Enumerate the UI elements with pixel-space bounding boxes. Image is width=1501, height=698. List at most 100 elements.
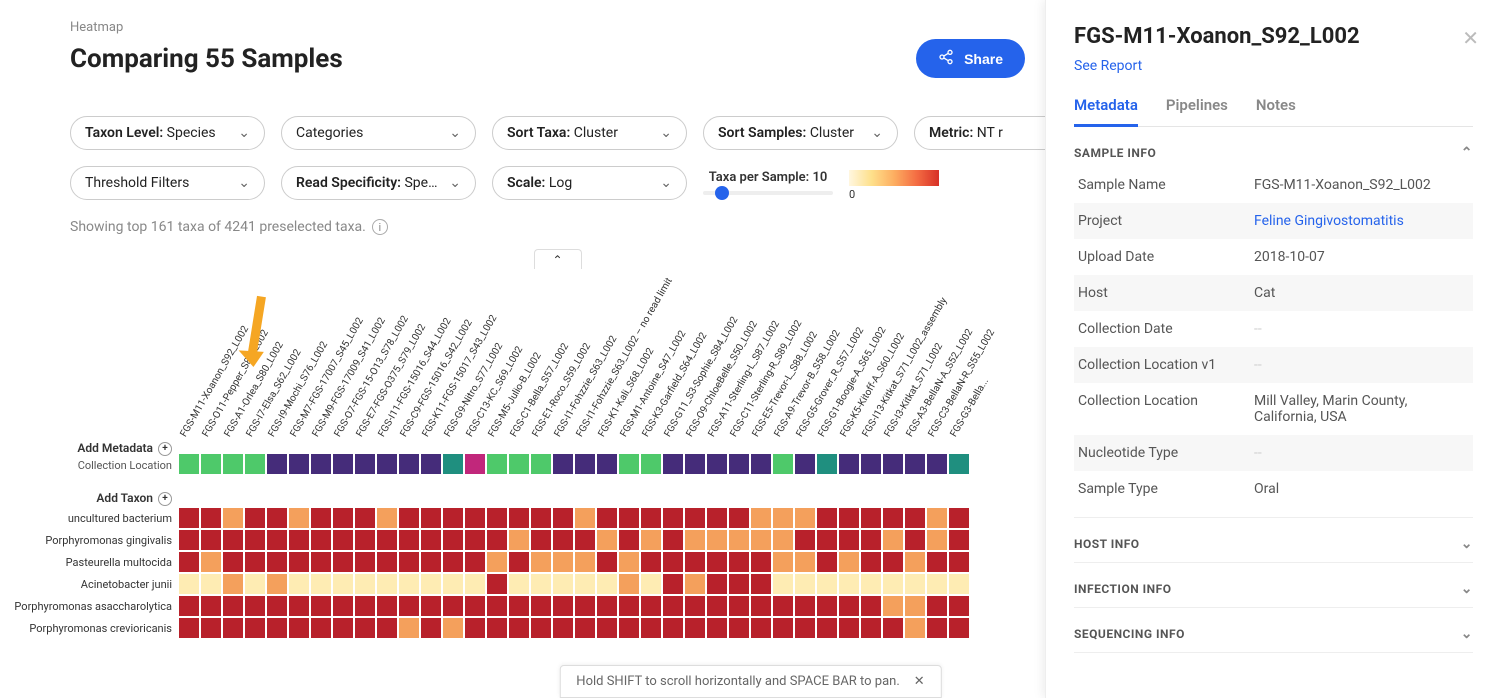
heatmap-cell[interactable] [442,595,464,617]
section-header-sample-info[interactable]: SAMPLE INFO⌃ [1074,145,1473,161]
heatmap-cell[interactable] [508,551,530,573]
section-header-host-info[interactable]: HOST INFO⌄ [1074,536,1473,552]
heatmap-cell[interactable] [376,573,398,595]
heatmap-cell[interactable] [200,595,222,617]
threshold-filters-dropdown[interactable]: Threshold Filters⌄ [70,166,265,200]
heatmap-cell[interactable] [288,617,310,639]
heatmap-cell[interactable] [244,573,266,595]
metadata-cell[interactable] [640,453,662,475]
close-icon[interactable]: ✕ [914,674,925,689]
taxa-per-sample-slider[interactable] [703,191,833,195]
taxon-level-dropdown[interactable]: Taxon Level: Species⌄ [70,116,265,150]
metadata-cell[interactable] [376,453,398,475]
heatmap-cell[interactable] [574,551,596,573]
heatmap-cell[interactable] [222,595,244,617]
heatmap-cell[interactable] [728,551,750,573]
heatmap-cell[interactable] [398,617,420,639]
heatmap-cell[interactable] [750,617,772,639]
heatmap-cell[interactable] [354,617,376,639]
metadata-cell[interactable] [354,453,376,475]
heatmap-cell[interactable] [882,551,904,573]
heatmap-cell[interactable] [926,573,948,595]
heatmap-cell[interactable] [838,573,860,595]
heatmap-cell[interactable] [266,617,288,639]
heatmap-cell[interactable] [464,573,486,595]
heatmap-cell[interactable] [508,573,530,595]
heatmap-cell[interactable] [442,573,464,595]
heatmap-cell[interactable] [464,529,486,551]
heatmap-cell[interactable] [860,507,882,529]
metadata-cell[interactable] [222,453,244,475]
metadata-cell[interactable] [948,453,970,475]
heatmap-cell[interactable] [662,617,684,639]
heatmap-cell[interactable] [552,617,574,639]
heatmap-cell[interactable] [882,617,904,639]
heatmap-cell[interactable] [640,595,662,617]
heatmap-cell[interactable] [904,573,926,595]
taxon-row-label[interactable]: Porphyromonas gingivalis [70,529,178,551]
heatmap-cell[interactable] [596,617,618,639]
heatmap-cell[interactable] [772,595,794,617]
heatmap-cell[interactable] [596,529,618,551]
heatmap-cell[interactable] [662,507,684,529]
heatmap-cell[interactable] [904,595,926,617]
heatmap-cell[interactable] [838,617,860,639]
heatmap-cell[interactable] [486,507,508,529]
heatmap-cell[interactable] [684,507,706,529]
heatmap-cell[interactable] [816,595,838,617]
metadata-cell[interactable] [926,453,948,475]
heatmap-cell[interactable] [662,529,684,551]
collapse-toggle[interactable]: ⌃ [534,249,582,269]
heatmap-cell[interactable] [178,507,200,529]
heatmap-cell[interactable] [794,595,816,617]
heatmap-cell[interactable] [882,573,904,595]
heatmap-cell[interactable] [222,529,244,551]
heatmap-cell[interactable] [178,551,200,573]
heatmap-cell[interactable] [288,573,310,595]
heatmap-cell[interactable] [552,573,574,595]
metadata-cell[interactable] [244,453,266,475]
heatmap-cell[interactable] [288,529,310,551]
metadata-cell[interactable] [794,453,816,475]
heatmap-cell[interactable] [574,507,596,529]
metadata-cell[interactable] [420,453,442,475]
heatmap-cell[interactable] [420,617,442,639]
tab-pipelines[interactable]: Pipelines [1166,96,1228,126]
metadata-cell[interactable] [552,453,574,475]
heatmap-cell[interactable] [486,551,508,573]
heatmap-cell[interactable] [310,507,332,529]
heatmap-cell[interactable] [684,573,706,595]
heatmap-cell[interactable] [706,529,728,551]
heatmap-cell[interactable] [706,551,728,573]
heatmap-cell[interactable] [464,507,486,529]
heatmap-cell[interactable] [420,573,442,595]
heatmap-cell[interactable] [486,595,508,617]
heatmap-cell[interactable] [772,573,794,595]
heatmap-cell[interactable] [794,617,816,639]
close-icon[interactable]: ✕ [1462,26,1479,50]
slider-thumb[interactable] [715,186,729,200]
heatmap-cell[interactable] [398,595,420,617]
heatmap-cell[interactable] [420,595,442,617]
heatmap-cell[interactable] [508,595,530,617]
heatmap-cell[interactable] [618,573,640,595]
heatmap-cell[interactable] [728,529,750,551]
heatmap-cell[interactable] [200,507,222,529]
taxon-row-label[interactable]: Porphyromonas crevioricanis [70,617,178,639]
metadata-cell[interactable] [772,453,794,475]
scale-dropdown[interactable]: Scale: Log⌄ [492,166,687,200]
heatmap-cell[interactable] [926,507,948,529]
metadata-cell[interactable] [838,453,860,475]
heatmap-cell[interactable] [618,595,640,617]
heatmap-cell[interactable] [552,507,574,529]
heatmap-cell[interactable] [728,507,750,529]
heatmap-cell[interactable] [464,551,486,573]
heatmap-cell[interactable] [398,573,420,595]
heatmap-cell[interactable] [882,595,904,617]
heatmap-cell[interactable] [860,573,882,595]
metadata-cell[interactable] [266,453,288,475]
heatmap-cell[interactable] [420,551,442,573]
heatmap-cell[interactable] [618,529,640,551]
heatmap-cell[interactable] [948,507,970,529]
heatmap-cell[interactable] [794,573,816,595]
